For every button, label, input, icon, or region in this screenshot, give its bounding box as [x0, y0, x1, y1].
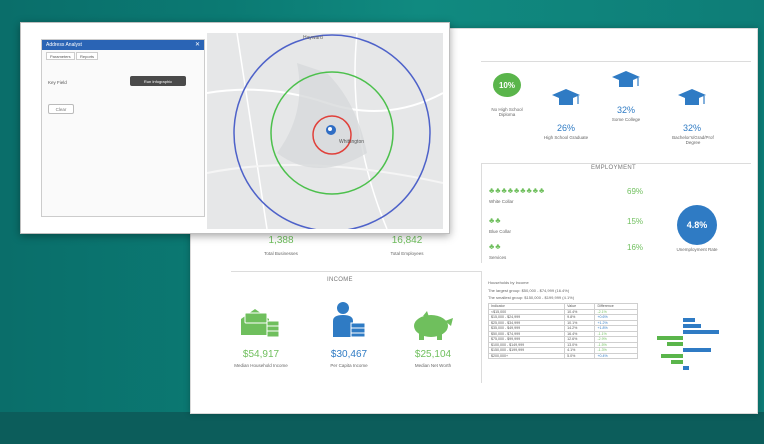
table-cell: +0.4% [594, 352, 638, 359]
panel-title: Address Analyst [42, 40, 204, 50]
key-field-label: Key Field [48, 80, 67, 85]
section-divider [231, 271, 481, 272]
hs-value: 26% [556, 123, 575, 133]
difference-bar [661, 354, 683, 358]
net-worth-label: Median Net Worth [414, 363, 452, 368]
section-divider-vertical [481, 271, 482, 383]
unemployment-rate-badge: 4.8% [677, 205, 717, 245]
total-employees-label: Total Employees [390, 251, 424, 256]
white-collar-label: White Collar [489, 199, 514, 204]
services-pct: 16% [627, 243, 644, 252]
analysis-panel: Address Analyst ✕ Parameters Reports Key… [41, 39, 205, 217]
blue-collar-pct: 15% [627, 217, 644, 226]
median-household-label: Median Household Income [234, 363, 288, 368]
per-capita-value: $30,467 [330, 349, 368, 360]
income-title: INCOME [327, 277, 353, 283]
net-worth-value: $25,104 [414, 349, 452, 360]
no-diploma-label: No High School Diploma [491, 107, 523, 118]
section-divider-vertical [481, 163, 482, 263]
blue-collar-icons: ♣♣ [489, 216, 502, 225]
difference-bar [683, 330, 719, 334]
tab-reports[interactable]: Reports [76, 52, 99, 60]
table-caption: The smallest group: $150,000 - $199,999 … [488, 295, 575, 300]
services-label: Services [489, 255, 507, 260]
person-coins-icon [333, 302, 366, 338]
section-divider [481, 61, 751, 62]
difference-bar [683, 366, 689, 370]
section-divider [481, 163, 751, 164]
unemployment-label: Unemployment Rate [676, 247, 718, 252]
white-collar-pct: 69% [627, 187, 644, 196]
close-icon[interactable]: ✕ [195, 41, 200, 48]
college-value: 32% [616, 105, 635, 115]
map-place-label: Whittington [339, 139, 365, 145]
services-icons: ♣♣ [489, 242, 502, 251]
table-caption: Households by Income [488, 280, 529, 285]
blue-collar-label: Blue Collar [489, 229, 512, 234]
total-businesses-value: 1,388 [268, 235, 294, 246]
difference-bar [683, 318, 695, 322]
map-place-label: Hayward [303, 35, 323, 41]
difference-bar [657, 336, 683, 340]
background-footer [0, 412, 764, 444]
map-canvas[interactable] [207, 33, 443, 229]
total-businesses-label: Total Businesses [264, 251, 298, 256]
graduation-cap-icon [552, 89, 580, 105]
table-row: $200,000+ 5.0% +0.4% [487, 352, 638, 359]
analysis-window[interactable]: Hayward Whittington Address Analyst ✕ Pa… [20, 22, 450, 234]
clear-button[interactable]: Clear [48, 104, 74, 114]
table-cell: 5.0% [564, 352, 596, 359]
tab-parameters[interactable]: Parameters [46, 52, 75, 60]
piggy-bank-icon [414, 311, 453, 340]
median-household-value: $54,917 [242, 349, 280, 360]
difference-bar [683, 324, 701, 328]
money-icon [241, 309, 280, 338]
table-cell: $200,000+ [487, 352, 566, 359]
graduation-cap-icon [612, 71, 640, 87]
difference-bar [667, 342, 683, 346]
map-view[interactable]: Hayward Whittington [207, 33, 443, 229]
table-caption: The largest group: $50,000 - $74,999 (16… [488, 288, 570, 293]
households-income-table: Indicator Value Difference <$15,000 10.4%… [487, 303, 638, 359]
hs-label: High School Graduate [543, 135, 589, 140]
difference-bar [683, 348, 711, 352]
bachelor-label: Bachelor's/Grad/Prof Degree [672, 135, 714, 146]
bachelor-value: 32% [682, 123, 701, 133]
per-capita-label: Per Capita Income [330, 363, 368, 368]
employment-title: EMPLOYMENT [591, 165, 637, 171]
difference-bar [671, 360, 683, 364]
graduation-cap-icon [678, 89, 706, 105]
college-label: Some College [611, 117, 641, 122]
total-employees-value: 16,842 [391, 235, 423, 246]
white-collar-icons: ♣♣♣♣♣♣♣♣♣ [489, 186, 546, 195]
run-infographic-button[interactable]: Run Infographic [130, 76, 186, 86]
no-diploma-badge: 10% [493, 73, 521, 97]
